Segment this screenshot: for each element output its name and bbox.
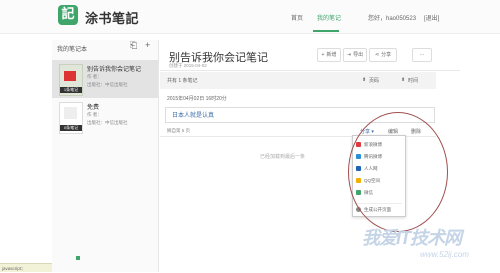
share-icon: ⋖ <box>374 52 380 58</box>
app-logo[interactable]: 記 <box>58 5 78 25</box>
sort-time-icon[interactable]: ⬍ <box>401 77 405 83</box>
share-label: 分享 <box>381 52 392 58</box>
logout-link[interactable]: [退出] <box>424 13 439 22</box>
cover-art <box>64 107 77 119</box>
entry-date: 2015年04月02日 16时20分 <box>167 96 227 102</box>
notebook-author: 作 者： <box>87 74 102 79</box>
export-icon: ⇥ <box>346 52 352 58</box>
note-count: 共有 1 条笔记 <box>167 78 198 84</box>
plus-icon: + <box>321 52 325 58</box>
sort-page[interactable]: 页码 <box>369 77 379 84</box>
book-cover: 0条笔记 <box>59 102 83 134</box>
watermark-text: 我爱IT技术网 <box>362 228 462 248</box>
watermark-url: www.52ij.com <box>420 250 469 259</box>
import-icon[interactable]: ⎗ <box>130 40 137 51</box>
note-count-badge: 0条笔记 <box>60 125 82 131</box>
notebook-publisher: 出版社：中信出版社 <box>87 82 128 87</box>
sidebar-header: 我的笔记本 <box>57 47 88 53</box>
sort-page-icon[interactable]: ⬍ <box>362 77 366 83</box>
cover-art <box>64 71 76 81</box>
end-of-list-text: 已经加载到最后一条 <box>260 154 306 160</box>
note-count-badge: 1条笔记 <box>60 87 82 93</box>
export-button[interactable]: ⇥ 导出 <box>343 48 367 62</box>
note-text: 日本人就是认真 <box>172 113 215 119</box>
list-header-row <box>160 72 436 89</box>
logo-glyph: 記 <box>61 7 75 22</box>
notebook-publisher: 出版社：中信出版社 <box>87 120 128 125</box>
highlight-annotation-circle <box>348 112 448 232</box>
app-title: 涂书笔記 <box>85 11 140 26</box>
export-label: 导出 <box>353 52 364 58</box>
created-date: 创建于 2015-04-02 <box>169 63 207 68</box>
header-divider <box>160 70 460 71</box>
user-greeting: 您好，hao050523 <box>368 16 417 22</box>
browser-status-bar: javascript:; <box>0 263 52 272</box>
add-notebook-icon[interactable]: + <box>145 40 150 50</box>
nav-my-notes[interactable]: 我的笔记 <box>317 13 341 22</box>
notebook-title: 免费 <box>87 105 100 111</box>
nav-active-indicator <box>313 30 339 32</box>
notebook-author: 作 者： <box>87 112 102 117</box>
share-button[interactable]: ⋖ 分享 <box>369 48 397 62</box>
sort-time[interactable]: 时间 <box>408 77 418 84</box>
more-button[interactable]: ··· <box>412 48 432 62</box>
sidebar-scroll-indicator[interactable] <box>76 256 80 260</box>
notebook-title: 别告诉我你会记笔记 <box>87 67 142 73</box>
nav-home[interactable]: 首页 <box>291 13 303 22</box>
entry-page: 摘自第 5 页 <box>167 128 191 133</box>
book-cover: 1条笔记 <box>59 64 83 96</box>
new-note-label: 新增 <box>326 52 337 58</box>
new-note-button[interactable]: + 新增 <box>317 48 341 62</box>
